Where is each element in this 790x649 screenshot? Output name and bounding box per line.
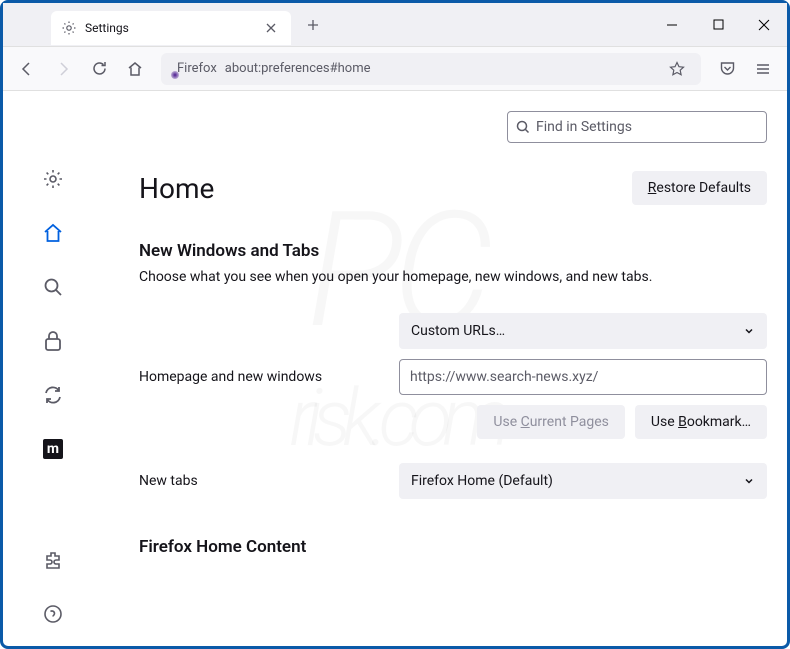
section-title: New Windows and Tabs [103,241,767,261]
chevron-down-icon [743,475,755,487]
homepage-row-label: Homepage and new windows [139,369,399,385]
sidebar-extensions-icon[interactable] [41,548,65,572]
new-tab-button[interactable] [299,11,327,39]
browser-tab[interactable]: Settings [51,11,291,45]
section-description: Choose what you see when you open your h… [103,269,767,285]
window-titlebar: Settings [3,3,787,47]
settings-search-input[interactable] [536,119,758,135]
sidebar-sync-icon[interactable] [41,383,65,407]
restore-defaults-button[interactable]: Restore Defaults [632,171,767,205]
sidebar-more-icon[interactable]: m [41,437,65,461]
newtabs-label: New tabs [139,473,399,489]
back-button[interactable] [11,53,43,85]
close-window-button[interactable] [741,3,787,47]
newtabs-select-value: Firefox Home (Default) [411,473,553,489]
browser-toolbar: Firefox about:preferences#home [3,47,787,91]
reload-button[interactable] [83,53,115,85]
settings-sidebar: m [3,91,103,646]
use-bookmark-button[interactable]: Use Bookmark… [635,405,767,439]
window-controls [649,3,787,47]
settings-search-box[interactable] [507,111,767,143]
sidebar-search-icon[interactable] [41,275,65,299]
home-button[interactable] [119,53,151,85]
minimize-button[interactable] [649,3,695,47]
tab-title: Settings [85,21,261,35]
chevron-down-icon [743,325,755,337]
sidebar-privacy-icon[interactable] [41,329,65,353]
menu-icon[interactable] [747,53,779,85]
pocket-icon[interactable] [711,53,743,85]
bookmark-star-icon[interactable] [661,53,693,85]
use-current-pages-button[interactable]: Use Current Pages [477,405,625,439]
forward-button[interactable] [47,53,79,85]
page-title: Home [139,172,214,205]
homepage-url-input[interactable] [399,359,767,395]
section2-title: Firefox Home Content [103,537,767,557]
url-bar[interactable]: Firefox about:preferences#home [161,53,701,85]
url-path: about:preferences#home [225,61,371,76]
sidebar-help-icon[interactable] [41,602,65,626]
homepage-select-value: Custom URLs… [411,323,505,339]
sidebar-home-icon[interactable] [41,221,65,245]
gear-icon [61,20,77,36]
search-icon [516,120,530,134]
tab-close-button[interactable] [261,18,281,38]
newtabs-select[interactable]: Firefox Home (Default) [399,463,767,499]
url-host: Firefox [177,61,217,76]
sidebar-general-icon[interactable] [41,167,65,191]
settings-main: Home Restore Defaults New Windows and Ta… [103,91,787,646]
homepage-mode-select[interactable]: Custom URLs… [399,313,767,349]
maximize-button[interactable] [695,3,741,47]
